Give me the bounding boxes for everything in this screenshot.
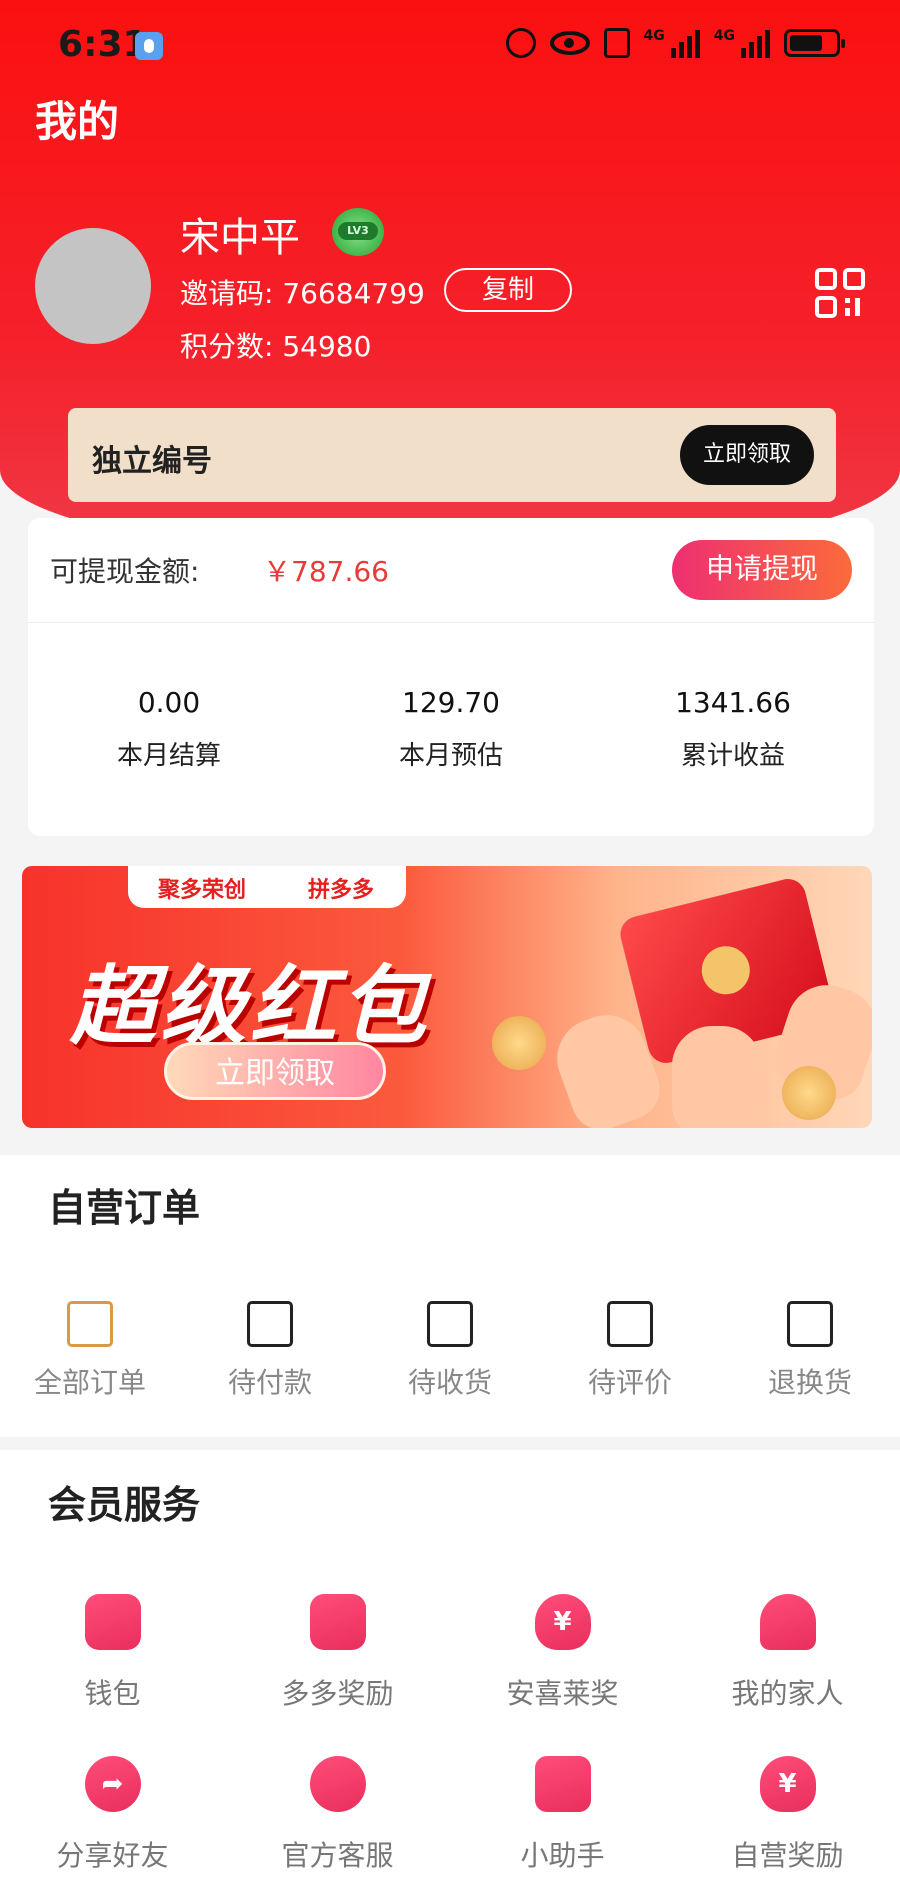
rotation-lock-icon [505,28,536,58]
avatar[interactable] [35,228,151,344]
service-label: 官方客服 [281,1839,394,1872]
stat-value: 0.00 [137,686,201,719]
clipboard-icon [67,1301,113,1347]
brand-logo-text: 聚多荣创 [158,878,247,903]
member-services-section: 会员服务 钱包 多多奖励 ¥ 安喜莱奖 我的家人 ➦ 分享好友 官方客服 小助手… [0,1450,900,1902]
coin-illustration [492,1016,546,1070]
self-operated-orders-section: 自营订单 全部订单 待付款 待收货 待评价 退换货 [0,1155,900,1437]
order-returns[interactable]: 退换货 [720,1301,900,1401]
copy-button[interactable]: 复制 [444,268,572,312]
order-label: 待评价 [587,1366,672,1399]
notification-app-icon [135,32,163,60]
service-label: 小助手 [520,1839,605,1872]
review-icon [607,1301,653,1347]
box-icon [787,1301,833,1347]
stat-monthly-estimate[interactable]: 129.70 本月预估 [310,686,592,772]
service-self-operated-rewards[interactable]: ¥ 自营奖励 [675,1756,900,1874]
stat-label: 累计收益 [680,741,785,771]
status-icons: 4G 4G [505,28,845,58]
service-anxilai-rewards[interactable]: ¥ 安喜莱奖 [450,1594,675,1712]
signal-icon-2 [741,28,770,58]
banner-brand-tag: 聚多荣创 拼多多 [128,866,406,908]
service-label: 我的家人 [731,1677,844,1710]
order-pending-review[interactable]: 待评价 [540,1301,720,1401]
earnings-card: 可提现金额: ￥787.66 申请提现 0.00 本月结算 129.70 本月预… [28,518,874,836]
wallet-icon [247,1301,293,1347]
order-pending-receipt[interactable]: 待收货 [360,1301,540,1401]
order-label: 待付款 [227,1366,312,1399]
pinduoduo-logo-text: 拼多多 [308,878,375,903]
page-title: 我的 [35,97,120,146]
order-label: 全部订单 [33,1366,146,1399]
money-bag-icon: ¥ [534,1594,591,1650]
hand-illustration [672,1026,762,1128]
robot-icon [534,1756,591,1812]
document-icon [309,1594,366,1650]
divider [28,622,874,623]
points-count: 积分数: 54980 [180,330,372,363]
family-icon [759,1594,816,1650]
withdrawable-amount: ￥787.66 [263,555,389,588]
service-label: 安喜莱奖 [506,1677,619,1710]
order-all[interactable]: 全部订单 [0,1301,180,1401]
section-title: 会员服务 [48,1483,201,1527]
stat-label: 本月预估 [398,741,503,771]
stat-monthly-settled[interactable]: 0.00 本月结算 [28,686,310,772]
service-label: 多多奖励 [281,1677,394,1710]
network-type-label: 4G [643,28,665,44]
level-badge-icon: LV3 [332,208,384,256]
truck-icon [427,1301,473,1347]
battery-icon [784,29,845,57]
headset-icon [309,1756,366,1812]
red-packet-banner[interactable]: 聚多荣创 拼多多 超级红包 立即领取 [22,866,872,1128]
stat-label: 本月结算 [116,741,221,771]
wallet-icon [84,1594,141,1650]
order-label: 退换货 [767,1366,852,1399]
status-bar: 6:31 4G 4G [0,0,900,90]
withdraw-button[interactable]: 申请提现 [672,540,852,600]
service-duoduo-rewards[interactable]: 多多奖励 [225,1594,450,1712]
independent-id-card: 独立编号 立即领取 [68,408,836,502]
invite-code: 邀请码: 76684799 [180,277,425,310]
stat-total-earnings[interactable]: 1341.66 累计收益 [592,686,874,772]
eye-comfort-icon [549,31,590,55]
network-type-label-2: 4G [713,28,735,44]
withdrawable-label: 可提现金额: [50,555,200,588]
order-label: 待收货 [407,1366,492,1399]
service-my-family[interactable]: 我的家人 [675,1594,900,1712]
stat-value: 1341.66 [675,686,791,719]
nfc-icon [603,28,630,58]
coin-illustration [782,1066,836,1120]
share-icon: ➦ [84,1756,141,1812]
level-badge-text: LV3 [338,222,378,240]
signal-icon [670,28,700,58]
order-pending-payment[interactable]: 待付款 [180,1301,360,1401]
service-official-support[interactable]: 官方客服 [225,1756,450,1874]
qr-code-icon[interactable] [815,268,865,318]
service-wallet[interactable]: 钱包 [0,1594,225,1712]
service-label: 分享好友 [56,1839,169,1872]
banner-claim-button[interactable]: 立即领取 [164,1042,386,1100]
user-name: 宋中平 [180,215,300,261]
section-title: 自营订单 [48,1186,201,1230]
stat-value: 129.70 [402,686,500,719]
id-card-label: 独立编号 [92,444,212,479]
money-bag-icon: ¥ [759,1756,816,1812]
service-label: 自营奖励 [731,1839,844,1872]
claim-id-button[interactable]: 立即领取 [680,425,814,485]
service-label: 钱包 [84,1677,141,1710]
service-share-friends[interactable]: ➦ 分享好友 [0,1756,225,1874]
service-assistant[interactable]: 小助手 [450,1756,675,1874]
